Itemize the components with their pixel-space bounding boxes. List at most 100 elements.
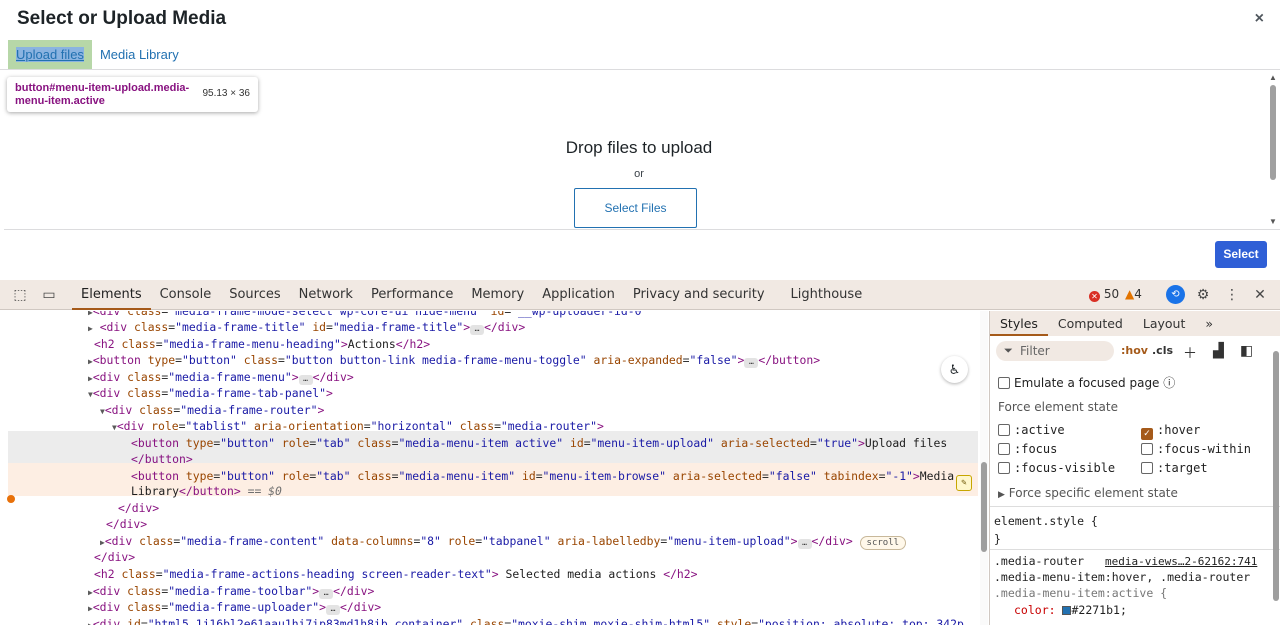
state-hover-checkbox[interactable]: ✓ :hover: [1141, 423, 1200, 440]
edit-node-icon[interactable]: ✎: [956, 475, 972, 491]
settings-gear-icon[interactable]: ⚙: [1194, 286, 1212, 304]
state-focus-within-checkbox[interactable]: :focus-within: [1141, 442, 1251, 456]
help-icon[interactable]: ⓘ: [1163, 376, 1175, 390]
warning-icon: ▲: [1125, 287, 1135, 301]
tab-elements[interactable]: Elements: [72, 280, 151, 310]
element-style-rule[interactable]: element.style {: [994, 514, 1098, 528]
error-count[interactable]: ✕ 50: [1089, 287, 1119, 302]
dom-line[interactable]: ▶<div class="media-frame-menu">… </div>: [88, 369, 354, 385]
state-focus-box[interactable]: [998, 443, 1010, 455]
state-active-label: :active: [1014, 423, 1065, 437]
rule-declaration[interactable]: color: #2271b1;: [1014, 603, 1127, 617]
dom-line[interactable]: <button type="button" role="tab" class="…: [131, 435, 947, 451]
state-focus-checkbox[interactable]: :focus: [998, 442, 1057, 456]
media-modal: Select or Upload Media × Upload files Me…: [0, 0, 1280, 280]
dom-line[interactable]: ▶<div class="media-frame-uploader">… </di…: [88, 599, 381, 615]
tab-styles[interactable]: Styles: [990, 311, 1048, 336]
select-button[interactable]: Select: [1215, 241, 1267, 268]
breakpoint-dot-icon[interactable]: [7, 495, 15, 503]
emulate-focused-box[interactable]: [998, 377, 1010, 389]
state-hover-label: :hover: [1157, 423, 1201, 437]
sidebar-toggle-icon[interactable]: ◧: [1240, 343, 1253, 359]
new-rule-icon[interactable]: ＋: [1183, 343, 1197, 363]
inspect-element-icon[interactable]: ⬚: [11, 286, 29, 304]
tab-upload-files[interactable]: Upload files: [8, 40, 92, 70]
rule-selector[interactable]: .media-menu-item:hover, .media-router: [994, 570, 1250, 584]
dom-line[interactable]: </div>: [118, 500, 159, 516]
rule-selector[interactable]: .media-router: [994, 554, 1084, 568]
content-scrollbar[interactable]: ▲ ▼: [1266, 70, 1280, 228]
emulate-focused-checkbox[interactable]: Emulate a focused page ⓘ: [998, 374, 1175, 391]
dom-line[interactable]: ▶<div id="html5_1j16bl2e61aau1hi7ip83md1…: [88, 616, 964, 625]
styles-scroll-thumb[interactable]: [1273, 351, 1279, 601]
tab-lighthouse[interactable]: Lighthouse: [782, 280, 872, 310]
device-toggle-icon[interactable]: ▭: [40, 286, 58, 304]
scroll-down-icon[interactable]: ▼: [1269, 217, 1277, 226]
dom-line[interactable]: ▼<div role="tablist" aria-orientation="h…: [112, 418, 604, 434]
tab-computed[interactable]: Computed: [1048, 311, 1133, 336]
elements-scroll-thumb[interactable]: [981, 462, 987, 552]
scroll-badge[interactable]: scroll: [859, 536, 907, 550]
dom-line[interactable]: <button type="button" role="tab" class="…: [131, 468, 954, 484]
elements-scrollbar[interactable]: [980, 311, 988, 625]
dom-line[interactable]: ▼<div class="media-frame-router">: [100, 402, 324, 418]
dom-line[interactable]: <h2 class="media-frame-actions-heading s…: [94, 566, 698, 582]
cls-toggle[interactable]: .cls: [1152, 344, 1173, 357]
force-state-heading: Force element state: [998, 400, 1118, 414]
accessibility-icon[interactable]: ♿: [941, 356, 968, 383]
styles-scrollbar[interactable]: [1272, 311, 1280, 625]
dom-line[interactable]: </div>: [94, 549, 135, 565]
styles-divider: [990, 506, 1280, 507]
more-tabs-chevron-icon[interactable]: »: [1195, 311, 1223, 336]
dom-line[interactable]: ▶<div class="media-frame-content" data-c…: [100, 533, 907, 550]
scroll-up-icon[interactable]: ▲: [1269, 73, 1277, 82]
state-active-checkbox[interactable]: :active: [998, 423, 1065, 437]
dom-line[interactable]: </div>: [106, 516, 147, 532]
or-text: or: [634, 168, 644, 180]
state-hover-box[interactable]: ✓: [1141, 428, 1153, 440]
state-focus-visible-box[interactable]: [998, 462, 1010, 474]
dom-line[interactable]: <h2 class="media-frame-menu-heading">Act…: [94, 336, 430, 352]
devtools-tabs: Elements Console Sources Network Perform…: [72, 280, 871, 310]
rule-source-link[interactable]: media-views…2-62162:741: [1105, 555, 1257, 568]
issues-badge-icon[interactable]: ⟲: [1166, 285, 1185, 304]
styles-tabs: Styles Computed Layout »: [990, 311, 1280, 336]
rule-selector[interactable]: .media-menu-item:active {: [994, 586, 1167, 600]
close-icon[interactable]: ×: [1255, 10, 1264, 28]
dom-line[interactable]: ▶<button type="button" class="button but…: [88, 352, 820, 368]
state-focus-within-box[interactable]: [1141, 443, 1153, 455]
tab-network[interactable]: Network: [290, 280, 362, 310]
tab-memory[interactable]: Memory: [462, 280, 533, 310]
state-target-box[interactable]: [1141, 462, 1153, 474]
tab-performance[interactable]: Performance: [362, 280, 462, 310]
tab-layout[interactable]: Layout: [1133, 311, 1196, 336]
modal-title: Select or Upload Media: [17, 8, 227, 29]
warning-count[interactable]: ▲4: [1125, 287, 1142, 301]
tab-privacy-security[interactable]: Privacy and security: [624, 280, 774, 310]
element-style-close: }: [994, 532, 1001, 546]
more-options-icon[interactable]: ⋮: [1223, 286, 1241, 304]
toolbar-divider: [4, 229, 1280, 230]
state-target-checkbox[interactable]: :target: [1141, 461, 1208, 475]
dom-line[interactable]: ▼<div class="media-frame-tab-panel">: [88, 385, 333, 401]
styles-filter-input[interactable]: ⏷ Filter: [996, 341, 1114, 361]
tab-console[interactable]: Console: [151, 280, 221, 310]
hov-toggle[interactable]: :hov: [1121, 344, 1148, 357]
force-specific-toggle[interactable]: ▶ Force specific element state: [998, 486, 1178, 500]
tab-application[interactable]: Application: [533, 280, 624, 310]
tab-sources[interactable]: Sources: [220, 280, 289, 310]
paint-brush-icon[interactable]: ▟: [1213, 343, 1224, 359]
state-focus-visible-label: :focus-visible: [1014, 461, 1116, 475]
scroll-thumb[interactable]: [1270, 85, 1276, 180]
select-files-button[interactable]: Select Files: [574, 188, 697, 228]
tab-media-library[interactable]: Media Library: [92, 40, 187, 70]
dom-line[interactable]: ▶<div class="media-frame-toolbar">… </div…: [88, 583, 374, 599]
dom-line[interactable]: ▶<div class="media-frame-mode-select wp-…: [88, 311, 648, 319]
state-active-box[interactable]: [998, 424, 1010, 436]
dom-line[interactable]: </button>: [131, 451, 193, 467]
state-focus-visible-checkbox[interactable]: :focus-visible: [998, 461, 1115, 475]
dom-line[interactable]: ▶ <div class="media-frame-title" id="med…: [88, 319, 525, 335]
close-devtools-icon[interactable]: ✕: [1251, 286, 1269, 304]
dom-line[interactable]: Library</button> == $0: [131, 483, 282, 499]
styles-pane: Styles Computed Layout » ⏷ Filter :hov .c…: [989, 311, 1280, 625]
